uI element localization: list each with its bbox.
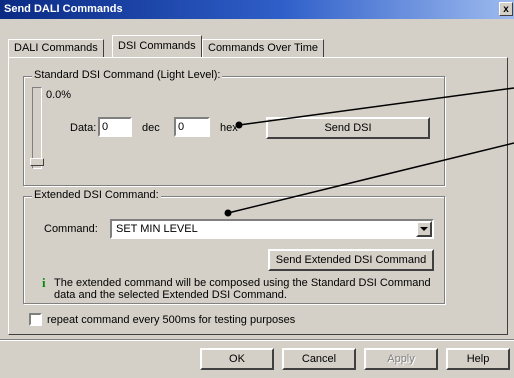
dialog-window: Send DALI Commands x DALI Commands DSI C… [0,0,514,378]
tab-commands-over-time[interactable]: Commands Over Time [202,39,325,57]
data-hex-input[interactable] [174,117,210,137]
repeat-label[interactable]: repeat command every 500ms for testing p… [47,314,295,326]
command-select[interactable]: SET MIN LEVEL [110,219,434,239]
info-text-line-1: The extended command will be composed us… [54,277,431,289]
apply-button-label: Apply [387,353,415,365]
send-extended-dsi-button-label: Send Extended DSI Command [275,254,427,266]
help-button[interactable]: Help [446,348,510,370]
data-dec-input[interactable] [98,117,132,137]
apply-button[interactable]: Apply [364,348,438,370]
command-label: Command: [44,223,98,235]
cancel-button[interactable]: Cancel [282,348,356,370]
slider-thumb[interactable] [30,158,44,166]
info-icon: i [42,275,46,290]
light-level-percent: 0.0% [46,89,72,101]
chevron-down-icon[interactable] [416,221,432,237]
close-button[interactable]: x [499,2,513,16]
ok-button-label: OK [229,353,245,365]
hex-label: hex [220,122,238,134]
title-bar: Send DALI Commands [0,0,514,19]
repeat-checkbox[interactable] [29,313,42,326]
send-dsi-button-label: Send DSI [324,122,372,134]
extended-dsi-group-title: Extended DSI Command: [32,189,161,201]
tab-label: Commands Over Time [208,42,319,54]
command-select-value: SET MIN LEVEL [116,223,198,235]
dialog-client-area: DALI Commands DSI Commands Commands Over… [0,19,514,378]
tab-label: DSI Commands [118,40,196,52]
tab-dsi-commands[interactable]: DSI Commands [112,35,202,57]
tab-label: DALI Commands [14,42,98,54]
standard-dsi-group-title: Standard DSI Command (Light Level): [32,69,223,81]
cancel-button-label: Cancel [301,353,337,365]
dec-label: dec [142,122,160,134]
info-text-line-2: data and the selected Extended DSI Comma… [54,289,287,301]
dsi-tab-page: Standard DSI Command (Light Level): 0.0%… [8,57,508,335]
send-dsi-button[interactable]: Send DSI [266,117,430,139]
tab-strip: DALI Commands DSI Commands Commands Over… [8,35,508,57]
help-button-label: Help [466,353,490,365]
footer-divider [0,339,514,341]
data-label: Data: [70,122,97,134]
send-extended-dsi-button[interactable]: Send Extended DSI Command [268,249,434,271]
light-level-slider[interactable] [30,87,44,169]
extended-dsi-group: Extended DSI Command: Command: SET MIN L… [23,189,445,304]
ok-button[interactable]: OK [200,348,274,370]
close-icon: x [503,4,509,15]
standard-dsi-group: Standard DSI Command (Light Level): 0.0%… [23,69,445,186]
window-title: Send DALI Commands [4,3,123,15]
tab-dali-commands[interactable]: DALI Commands [8,39,104,57]
